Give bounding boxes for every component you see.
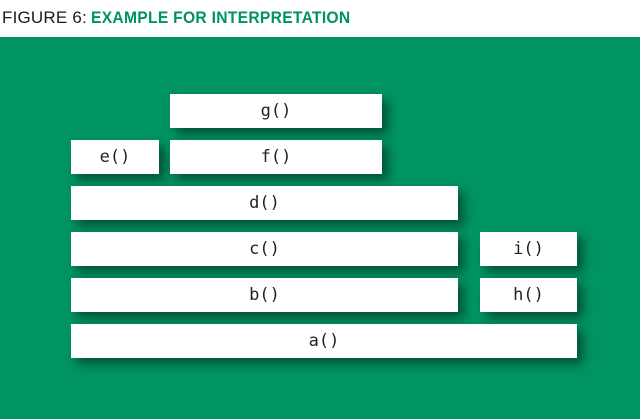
function-box-f: f(): [170, 140, 382, 174]
figure-header: FIGURE 6: EXAMPLE FOR INTERPRETATION: [0, 0, 640, 36]
function-box-c: c(): [71, 232, 458, 266]
function-box-d: d(): [71, 186, 458, 220]
figure-title: EXAMPLE FOR INTERPRETATION: [90, 8, 351, 27]
call-stack-diagram: g() e() f() d() c() i() b() h() a(): [0, 37, 640, 419]
figure-label: FIGURE 6:: [2, 8, 87, 27]
diagram-panel: g() e() f() d() c() i() b() h() a(): [0, 37, 640, 419]
function-box-b: b(): [71, 278, 458, 312]
function-box-e: e(): [71, 140, 159, 174]
function-box-i: i(): [480, 232, 577, 266]
function-box-h: h(): [480, 278, 577, 312]
function-box-g: g(): [170, 94, 382, 128]
function-box-a: a(): [71, 324, 577, 358]
